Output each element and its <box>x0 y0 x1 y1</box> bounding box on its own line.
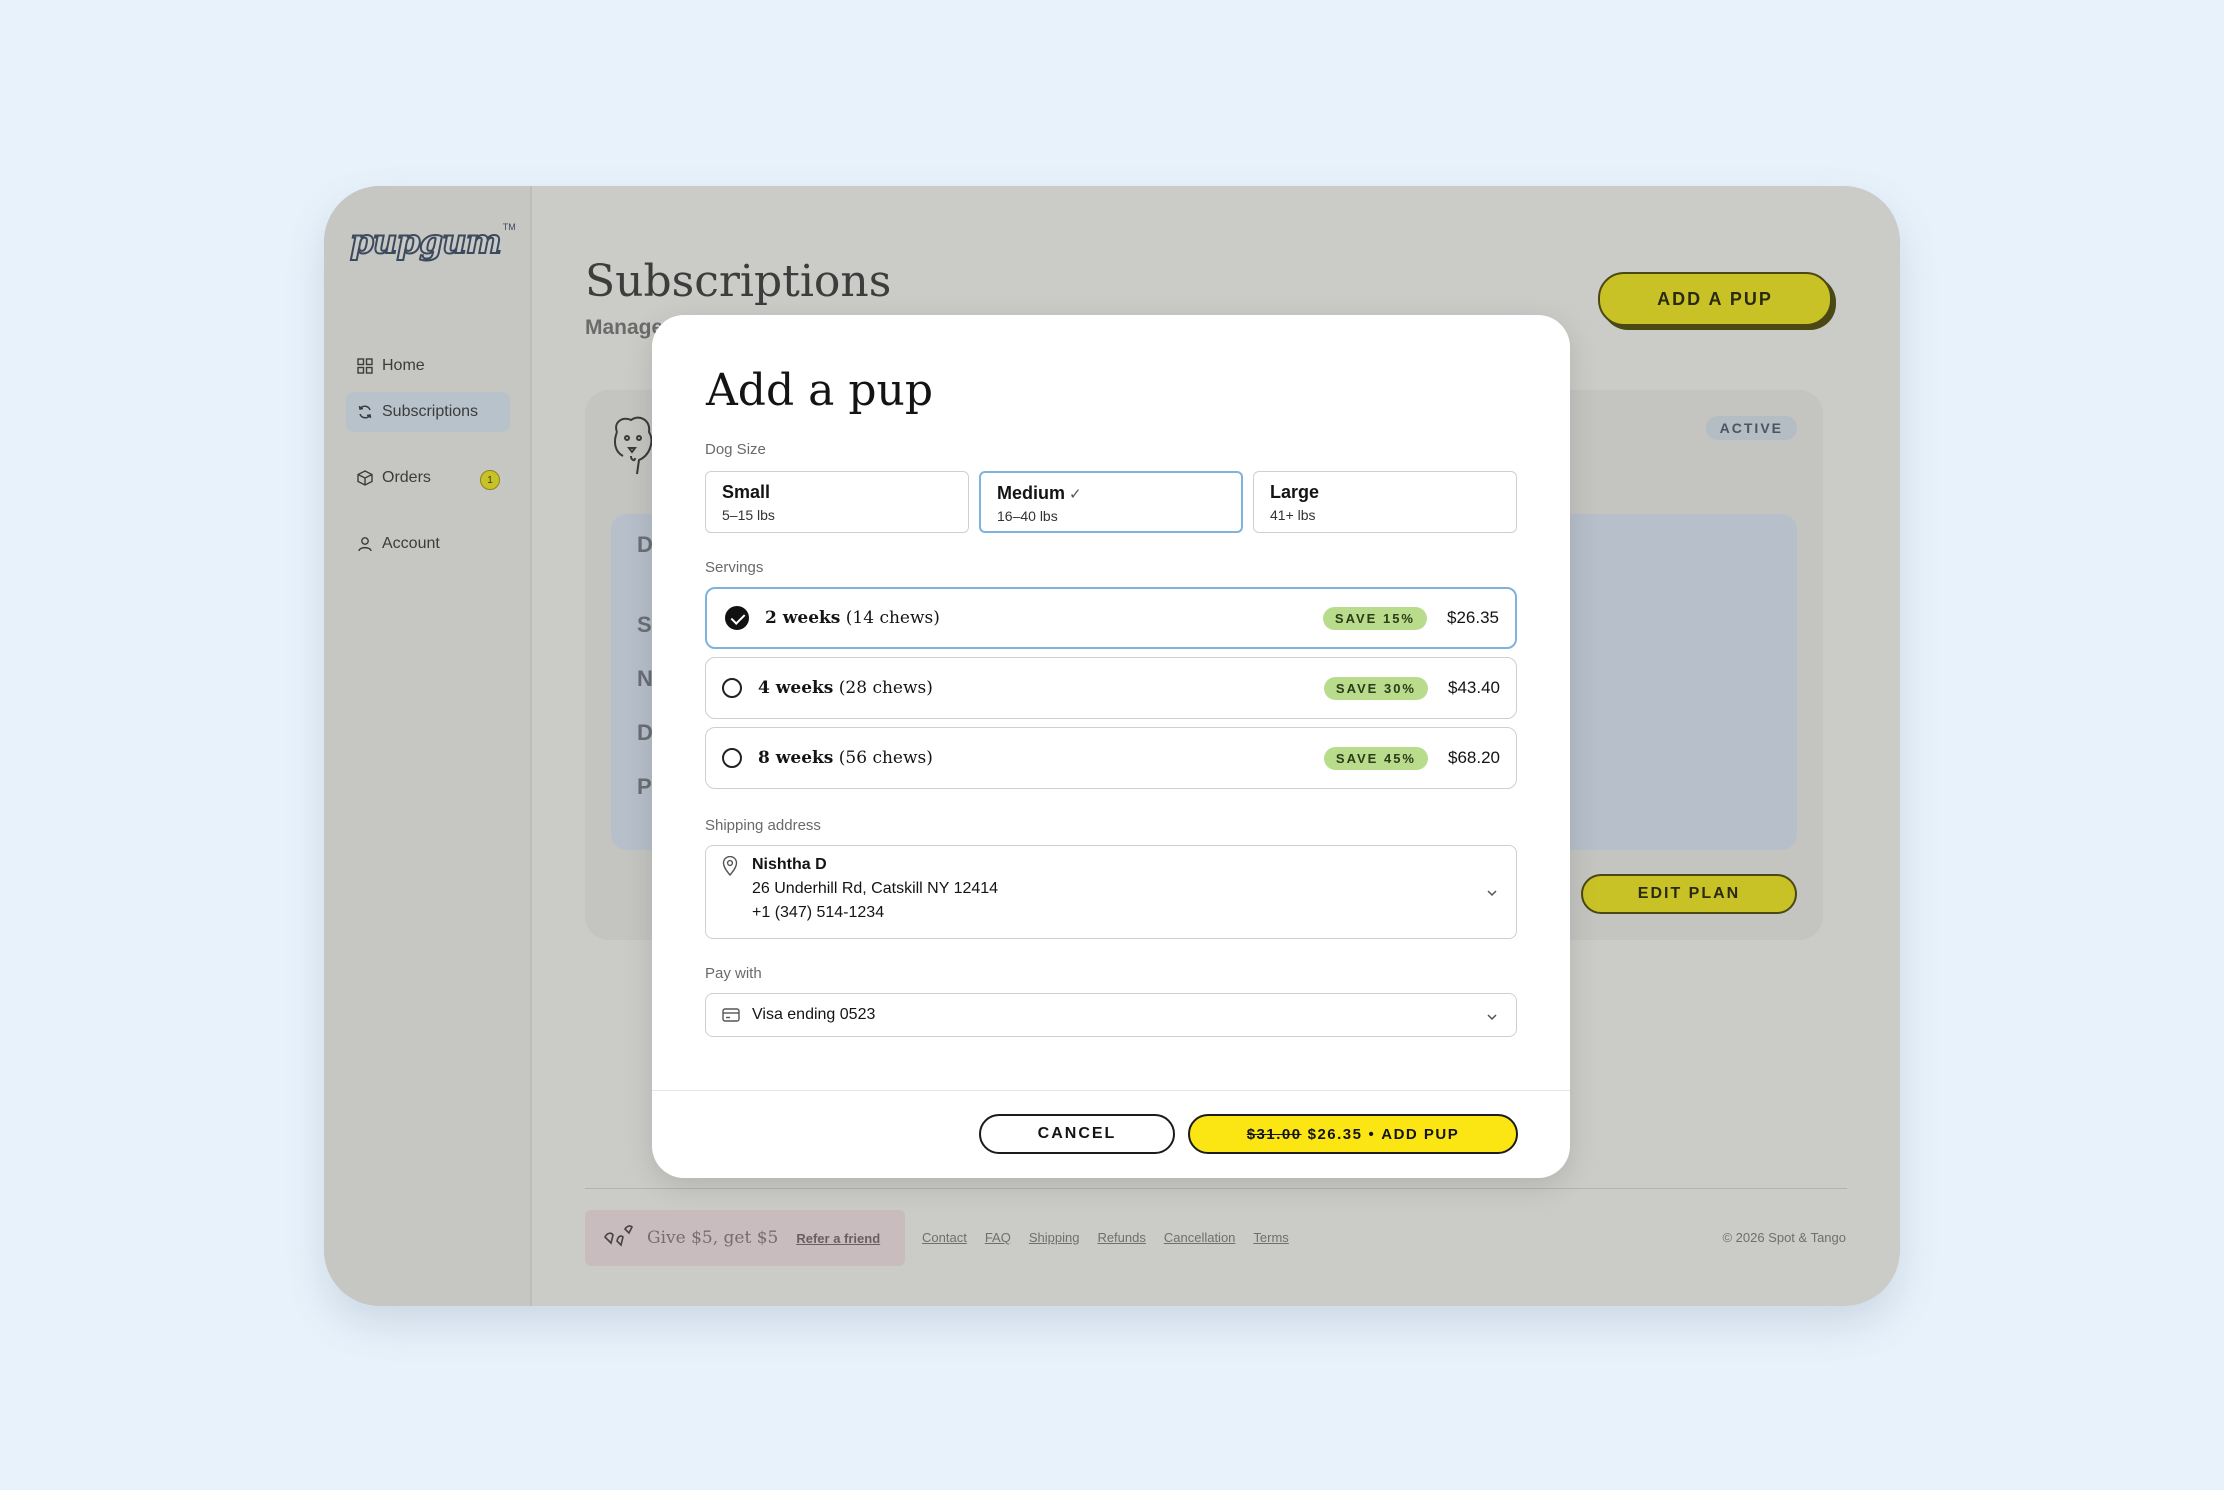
footer-link-cancellation[interactable]: Cancellation <box>1164 1230 1236 1245</box>
size-range: 16–40 lbs <box>997 508 1058 524</box>
check-icon: ✓ <box>1069 486 1082 503</box>
refer-friend-link[interactable]: Refer a friend <box>796 1231 880 1246</box>
serving-chews: (56 chews) <box>838 748 933 768</box>
serving-label: 8 weeks (56 chews) <box>758 748 933 768</box>
address-name: Nishtha D <box>752 856 827 873</box>
size-range: 41+ lbs <box>1270 507 1316 523</box>
size-range: 5–15 lbs <box>722 507 775 523</box>
chevron-down-icon <box>1486 886 1498 898</box>
size-option-medium[interactable]: Medium ✓ 16–40 lbs <box>979 471 1243 533</box>
detail-row-initial: P <box>637 774 652 799</box>
status-badge: ACTIVE <box>1705 416 1797 440</box>
dog-size-label: Dog Size <box>705 441 766 458</box>
size-option-large[interactable]: Large 41+ lbs <box>1253 471 1517 533</box>
serving-label: 4 weeks (28 chews) <box>758 678 933 698</box>
radio-checked-icon <box>725 606 749 630</box>
payment-method-text: Visa ending 0523 <box>752 1006 876 1023</box>
page-subtitle: Manage <box>585 316 664 339</box>
footer-link-faq[interactable]: FAQ <box>985 1230 1011 1245</box>
address-street: 26 Underhill Rd, Catskill NY 12414 <box>752 880 999 897</box>
user-icon <box>356 535 374 553</box>
serving-label: 2 weeks (14 chews) <box>765 608 940 628</box>
copyright: © 2026 Spot & Tango <box>1722 1230 1846 1245</box>
serving-chews: (14 chews) <box>845 608 940 628</box>
sidebar-item-subscriptions[interactable]: Subscriptions <box>346 392 510 432</box>
footer-link-refunds[interactable]: Refunds <box>1097 1230 1145 1245</box>
radio-unchecked-icon <box>722 748 742 768</box>
serving-price: $68.20 <box>1448 748 1500 767</box>
credit-card-icon <box>722 1008 740 1022</box>
add-pup-button[interactable]: ADD A PUP <box>1598 272 1832 326</box>
footer-links: Contact FAQ Shipping Refunds Cancellatio… <box>922 1230 1289 1245</box>
referral-text: Give $5, get $5 <box>647 1228 779 1248</box>
sidebar-item-label: Home <box>382 357 425 374</box>
footer-link-shipping[interactable]: Shipping <box>1029 1230 1080 1245</box>
serving-price: $26.35 <box>1447 608 1499 627</box>
add-pup-label: ADD PUP <box>1381 1125 1460 1143</box>
serving-chews: (28 chews) <box>838 678 933 698</box>
original-price: $31.00 <box>1246 1125 1302 1143</box>
orders-count-badge: 1 <box>480 470 500 490</box>
size-option-small[interactable]: Small 5–15 lbs <box>705 471 969 533</box>
detail-row-initial: N <box>637 666 653 691</box>
detail-row-initial: D <box>637 532 653 557</box>
box-icon <box>356 469 374 487</box>
serving-price: $43.40 <box>1448 678 1500 697</box>
sidebar-item-label: Account <box>382 535 440 552</box>
payment-method-select[interactable]: Visa ending 0523 <box>705 993 1517 1037</box>
sidebar-item-label: Orders <box>382 469 431 486</box>
save-badge: SAVE 45% <box>1323 746 1428 770</box>
location-pin-icon <box>722 855 738 881</box>
save-badge: SAVE 15% <box>1322 606 1427 630</box>
serving-weeks: 8 weeks <box>758 748 834 768</box>
detail-row-initial: D <box>637 720 653 745</box>
refresh-icon <box>356 403 374 421</box>
size-name: Small <box>722 482 771 502</box>
modal-title: Add a pup <box>706 365 933 416</box>
add-pup-modal: Add a pup Dog Size Small 5–15 lbs Medium… <box>652 315 1570 1178</box>
size-name: Large <box>1270 482 1320 502</box>
grid-icon <box>356 357 374 375</box>
detail-row-initial: S <box>637 612 652 637</box>
address-phone: +1 (347) 514-1234 <box>752 904 885 921</box>
sidebar-item-home[interactable]: Home <box>346 346 510 386</box>
shipping-address-label: Shipping address <box>705 817 821 834</box>
footer-link-contact[interactable]: Contact <box>922 1230 967 1245</box>
sidebar-item-orders[interactable]: Orders 1 <box>346 458 510 498</box>
serving-weeks: 4 weeks <box>758 678 834 698</box>
page-title: Subscriptions <box>585 256 892 307</box>
referral-banner: Give $5, get $5 Refer a friend <box>585 1210 905 1266</box>
separator-dot: • <box>1368 1125 1376 1143</box>
sidebar-item-account[interactable]: Account <box>346 524 510 564</box>
pay-with-label: Pay with <box>705 965 762 982</box>
serving-option-8-weeks[interactable]: 8 weeks (56 chews) SAVE 45% $68.20 <box>705 727 1517 789</box>
footer-link-terms[interactable]: Terms <box>1253 1230 1288 1245</box>
sidebar-item-label: Subscriptions <box>382 403 479 420</box>
size-name-text: Medium <box>997 483 1066 503</box>
hearts-icon <box>601 1223 635 1254</box>
footer-divider <box>585 1188 1847 1189</box>
brand-logo[interactable]: pupgum TM <box>349 221 516 263</box>
discounted-price: $26.35 <box>1307 1125 1363 1143</box>
modal-footer-divider <box>652 1090 1570 1091</box>
size-name: Medium ✓ <box>997 483 1225 504</box>
serving-weeks: 2 weeks <box>765 608 841 628</box>
sidebar: pupgum TM Home Subscriptions Orders 1 Ac… <box>324 186 532 1306</box>
serving-option-4-weeks[interactable]: 4 weeks (28 chews) SAVE 30% $43.40 <box>705 657 1517 719</box>
shipping-address-select[interactable]: Nishtha D 26 Underhill Rd, Catskill NY 1… <box>705 845 1517 939</box>
radio-unchecked-icon <box>722 678 742 698</box>
servings-label: Servings <box>705 559 764 576</box>
chevron-down-icon <box>1486 1010 1498 1022</box>
serving-option-2-weeks[interactable]: 2 weeks (14 chews) SAVE 15% $26.35 <box>705 587 1517 649</box>
add-pup-submit-button[interactable]: $31.00 $26.35 • ADD PUP <box>1188 1114 1518 1154</box>
cancel-button[interactable]: CANCEL <box>979 1114 1175 1154</box>
save-badge: SAVE 30% <box>1323 676 1428 700</box>
edit-plan-button[interactable]: EDIT PLAN <box>1581 874 1797 914</box>
